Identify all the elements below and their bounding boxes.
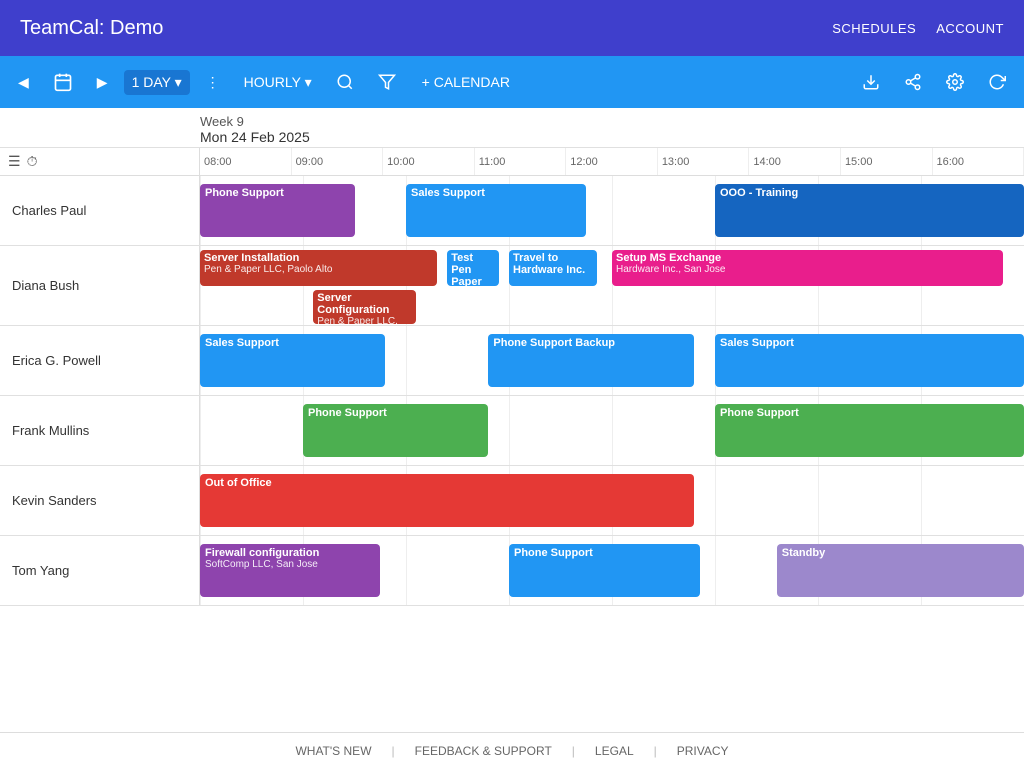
day-view-select[interactable]: 1 DAY ▾ [124, 70, 190, 95]
resource-name-tom-yang: Tom Yang [0, 536, 200, 605]
date-label: Mon 24 Feb 2025 [200, 129, 824, 145]
resource-timeline-3: Phone Support Phone Support [200, 396, 1024, 465]
add-calendar-button[interactable]: + CALENDAR [412, 70, 520, 94]
footer-link-what's-new[interactable]: WHAT'S NEW [295, 744, 371, 758]
toolbar: ◀ ▶ 1 DAY ▾ ⋮ HOURLY ▾ + CALENDAR [0, 56, 1024, 108]
resource-row: Diana BushServer InstallationPen & Paper… [0, 246, 1024, 326]
resource-timeline-0: Phone Support Sales Support OOO - Training [200, 176, 1024, 245]
app-title: TeamCal: Demo [20, 17, 163, 40]
footer-link-privacy[interactable]: PRIVACY [677, 744, 729, 758]
share-button[interactable] [896, 67, 930, 97]
event[interactable]: Phone Support Backup [488, 334, 694, 387]
resource-row: Erica G. PowellSales SupportPhone Suppor… [0, 326, 1024, 396]
resource-timeline-2: Sales Support Phone Support Backup Sales S… [200, 326, 1024, 395]
resource-name-charles-paul: Charles Paul [0, 176, 200, 245]
today-button[interactable] [45, 66, 81, 98]
event[interactable]: Firewall configurationSoftComp LLC, San … [200, 544, 380, 597]
resource-row: Kevin SandersOut of Office [0, 466, 1024, 536]
name-col-header: ☰ ⏱ [0, 148, 200, 175]
event[interactable]: Out of Office [200, 474, 694, 527]
event[interactable]: Sales Support [406, 184, 586, 237]
event[interactable]: Phone Support [200, 184, 355, 237]
event[interactable]: Test Pen Paper [447, 250, 499, 286]
more-options-button[interactable]: ⋮ [198, 68, 228, 97]
filter-icons: ☰ ⏱ [8, 153, 37, 170]
time-cell-1000: 10:00 [383, 148, 475, 175]
nav-account[interactable]: ACCOUNT [936, 21, 1004, 36]
next-button[interactable]: ▶ [89, 68, 116, 97]
calendar-area: Week 9 Mon 24 Feb 2025 ☰ ⏱ 08:0009:0010:… [0, 108, 1024, 732]
event[interactable]: Phone Support [715, 404, 1024, 457]
event[interactable]: Phone Support [303, 404, 488, 457]
search-button[interactable] [328, 67, 362, 97]
app-header: TeamCal: Demo SCHEDULES ACCOUNT [0, 0, 1024, 56]
prev-button[interactable]: ◀ [10, 68, 37, 97]
time-cell-0800: 08:00 [200, 148, 292, 175]
filter-button[interactable] [370, 67, 404, 97]
refresh-button[interactable] [980, 67, 1014, 97]
resource-name-kevin-sanders: Kevin Sanders [0, 466, 200, 535]
resource-timeline-5: Firewall configurationSoftComp LLC, San … [200, 536, 1024, 605]
footer-separator: | [392, 744, 395, 758]
resource-row: Frank Mullins Phone Support Phone Support [0, 396, 1024, 466]
resource-timeline-1: Server InstallationPen & Paper LLC, Paol… [200, 246, 1024, 325]
time-cell-1300: 13:00 [658, 148, 750, 175]
time-cell-1500: 15:00 [841, 148, 933, 175]
toolbar-right [854, 67, 1014, 97]
event[interactable]: Standby [777, 544, 1024, 597]
header-nav: SCHEDULES ACCOUNT [832, 21, 1004, 36]
download-button[interactable] [854, 67, 888, 97]
event[interactable]: Phone Support [509, 544, 700, 597]
resource-timeline-4: Out of Office [200, 466, 1024, 535]
resource-row: Tom YangFirewall configurationSoftComp L… [0, 536, 1024, 606]
event[interactable]: Setup MS ExchangeHardware Inc., San Jose [612, 250, 1003, 286]
event[interactable]: Travel to Hardware Inc. [509, 250, 597, 286]
footer-separator: | [572, 744, 575, 758]
resource-name-frank-mullins: Frank Mullins [0, 396, 200, 465]
time-cell-0900: 09:00 [292, 148, 384, 175]
event[interactable]: OOO - Training [715, 184, 1024, 237]
time-cell-1400: 14:00 [749, 148, 841, 175]
filter-icon[interactable]: ☰ [8, 153, 21, 170]
event[interactable]: Server ConfigurationPen & Paper LLC, Pao… [313, 290, 416, 324]
footer: WHAT'S NEW | FEEDBACK & SUPPORT | LEGAL | PRIV… [0, 732, 1024, 768]
clock-icon[interactable]: ⏱ [27, 153, 38, 170]
event[interactable]: Server InstallationPen & Paper LLC, Paol… [200, 250, 437, 286]
time-cell-1200: 12:00 [566, 148, 658, 175]
time-cell-1100: 11:00 [475, 148, 567, 175]
hourly-view-select[interactable]: HOURLY ▾ [236, 68, 320, 97]
time-header: ☰ ⏱ 08:0009:0010:0011:0012:0013:0014:001… [0, 148, 1024, 176]
resource-name-diana-bush: Diana Bush [0, 246, 200, 325]
event[interactable]: Sales Support [200, 334, 385, 387]
nav-schedules[interactable]: SCHEDULES [832, 21, 916, 36]
event[interactable]: Sales Support [715, 334, 1024, 387]
week-header: Week 9 Mon 24 Feb 2025 [0, 108, 1024, 148]
footer-link-feedback-&-support[interactable]: FEEDBACK & SUPPORT [415, 744, 552, 758]
resource-rows: Charles PaulPhone SupportSales SupportOO… [0, 176, 1024, 732]
footer-link-legal[interactable]: LEGAL [595, 744, 634, 758]
settings-button[interactable] [938, 67, 972, 97]
footer-separator: | [654, 744, 657, 758]
time-cell-1600: 16:00 [933, 148, 1024, 175]
resource-row: Charles PaulPhone Support Sales Support OO… [0, 176, 1024, 246]
week-label: Week 9 [200, 114, 824, 129]
resource-name-erica-g.-powell: Erica G. Powell [0, 326, 200, 395]
time-cols: 08:0009:0010:0011:0012:0013:0014:0015:00… [200, 148, 1024, 175]
